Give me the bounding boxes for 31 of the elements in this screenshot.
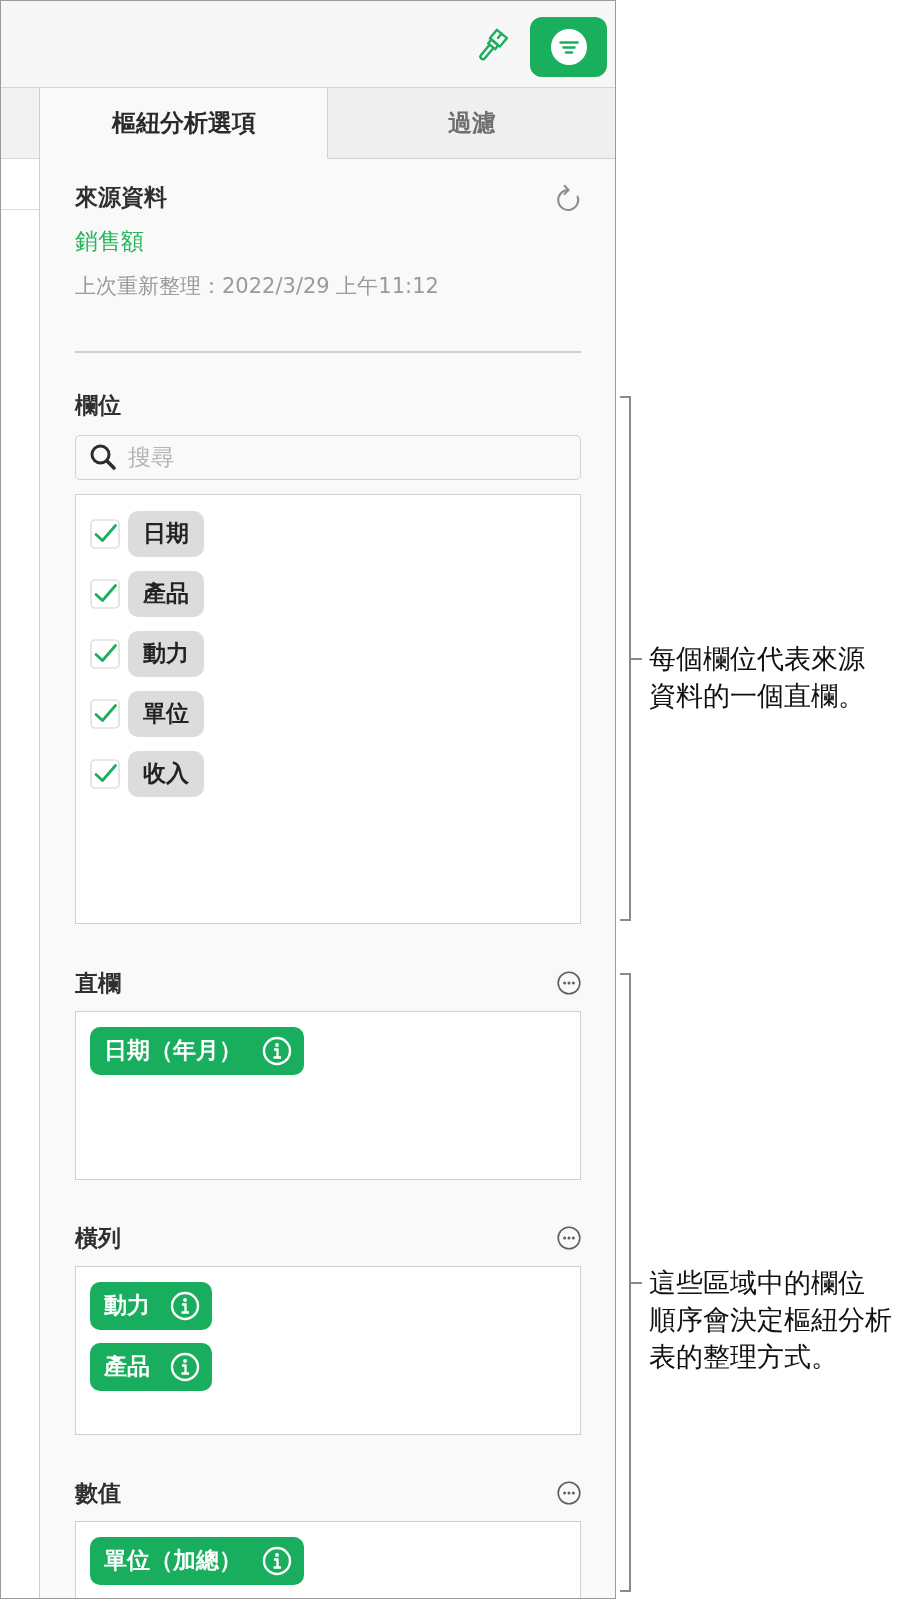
field-tag[interactable]: 日期 <box>128 510 204 557</box>
source-table-name: 銷售額 <box>75 227 144 256</box>
search-field[interactable]: 搜尋 <box>75 434 581 480</box>
field-tag[interactable]: 產品 <box>128 570 204 617</box>
tab[interactable]: 過濾 <box>328 88 615 159</box>
section-title: 來源資料 <box>75 183 167 212</box>
more-icon[interactable] <box>557 1225 581 1250</box>
info-icon[interactable] <box>262 1035 292 1066</box>
info-icon[interactable] <box>262 1545 292 1576</box>
more-icon[interactable] <box>557 970 581 995</box>
checkbox[interactable] <box>90 758 120 789</box>
callout-text: 每個欄位代表來源資料的一個直欄。 <box>649 642 866 713</box>
organize-button[interactable] <box>530 17 607 77</box>
checkbox[interactable] <box>90 518 120 549</box>
field-tag[interactable]: 動力 <box>128 630 204 677</box>
info-icon[interactable] <box>170 1290 200 1321</box>
filter-icon <box>550 29 587 65</box>
search-icon <box>89 442 117 471</box>
field-tag[interactable]: 單位 <box>128 690 204 737</box>
info-icon[interactable] <box>170 1351 200 1382</box>
more-icon[interactable] <box>557 1480 581 1505</box>
section-title: 數值 <box>75 1478 121 1508</box>
field-tag[interactable]: 收入 <box>128 750 204 797</box>
checkbox[interactable] <box>90 698 120 729</box>
last-refreshed-text: 上次重新整理：2022/3/29 上午11:12 <box>75 273 439 300</box>
section-title: 橫列 <box>75 1223 121 1253</box>
callout-text: 這些區域中的欄位順序會決定樞紐分析表的整理方式。 <box>649 1266 893 1374</box>
checkbox[interactable] <box>90 638 120 669</box>
section-title: 直欄 <box>75 968 121 998</box>
section-title: 欄位 <box>75 390 121 420</box>
checkbox[interactable] <box>90 578 120 609</box>
